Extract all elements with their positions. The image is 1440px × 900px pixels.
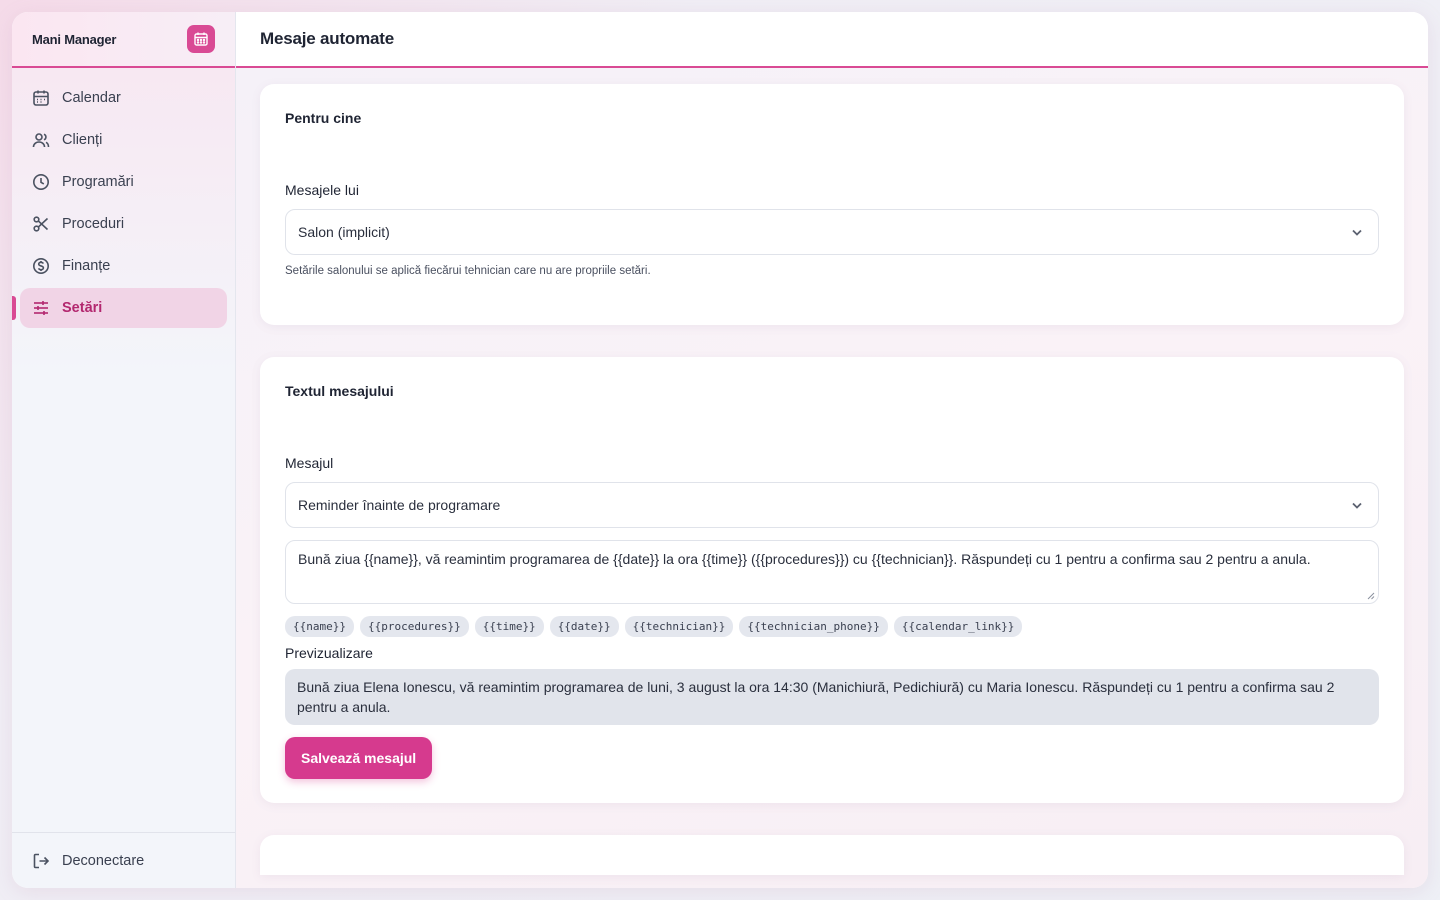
page-title: Mesaje automate [260,29,394,48]
main-area: Mesaje automate Pentru cine Mesajele lui… [236,12,1428,888]
save-message-button[interactable]: Salvează mesajul [285,737,433,779]
select-value: Reminder înainte de programare [298,497,501,513]
tag-time[interactable]: {{time}} [474,616,544,637]
card-title: Textul mesajului [285,383,394,399]
tag-procedures[interactable]: {{procedures}} [359,616,469,637]
sidebar-item-label: Proceduri [62,216,125,232]
placeholder-tags: {{name}} {{procedures}} {{time}} {{date}… [285,616,1379,637]
topbar: Mesaje automate [236,12,1428,68]
tag-name[interactable]: {{name}} [285,616,354,637]
message-textarea[interactable]: Bună ziua {{name}}, vă reamintim program… [285,540,1379,604]
tag-calendar-link[interactable]: {{calendar_link}} [893,616,1023,637]
sidebar-item-label: Setări [62,300,103,316]
sidebar-header: Mani Manager [12,12,235,68]
preview-box: Bună ziua Elena Ionescu, vă reamintim pr… [285,669,1379,725]
users-icon [32,133,50,148]
app-window: Mani Manager Calendar Clienți Programări… [12,12,1428,888]
resize-handle-icon[interactable] [1367,592,1375,600]
preview-label: Previzualizare [285,645,373,661]
logout-label: Deconectare [62,852,145,869]
select-value: Salon (implicit) [298,224,390,240]
hint-text: Setările salonului se aplică fiecărui te… [285,265,651,277]
sliders-icon [34,301,48,315]
sidebar-item-label: Calendar [62,90,121,106]
card-title: Pentru cine [285,110,362,126]
field-label: Mesajul [285,455,334,471]
sidebar-item-label: Finanțe [62,258,111,274]
chevron-down-icon [1352,229,1362,236]
tag-technician-phone[interactable]: {{technician_phone}} [739,616,888,637]
sidebar-item-calendar[interactable]: Calendar [20,78,227,118]
message-card: Textul mesajului Mesajul Reminder înaint… [260,357,1404,803]
logout-button[interactable]: Deconectare [12,832,235,888]
sidebar-item-label: Clienți [62,132,103,148]
logout-icon [33,853,50,868]
dollar-icon [33,258,49,274]
sidebar-item-finante[interactable]: Finanțe [20,246,227,286]
sidebar-item-clienti[interactable]: Clienți [20,120,227,160]
sidebar: Mani Manager Calendar Clienți Programări… [12,12,236,888]
recipient-card: Pentru cine Mesajele lui Salon (implicit… [260,84,1404,325]
sidebar-item-setari[interactable]: Setări [12,288,227,328]
sidebar-item-proceduri[interactable]: Proceduri [20,204,227,244]
tag-date[interactable]: {{date}} [549,616,619,637]
chevron-down-icon [1352,502,1362,509]
recipient-select[interactable]: Salon (implicit) [285,209,1379,255]
field-label: Mesajele lui [285,182,359,198]
calendar-brand-icon[interactable] [187,25,215,53]
sidebar-nav: Calendar Clienți Programări Proceduri Fi… [12,68,235,832]
clock-icon [33,174,49,190]
sidebar-item-programari[interactable]: Programări [20,162,227,202]
content-scroll[interactable]: Pentru cine Mesajele lui Salon (implicit… [236,68,1428,888]
next-card [260,835,1404,875]
scissors-icon [33,216,49,232]
sidebar-item-label: Programări [62,174,134,190]
textarea-value: Bună ziua {{name}}, vă reamintim program… [298,551,1311,567]
calendar-icon [33,90,49,106]
brand-name: Mani Manager [32,31,117,47]
message-type-select[interactable]: Reminder înainte de programare [285,482,1379,528]
tag-technician[interactable]: {{technician}} [624,616,734,637]
